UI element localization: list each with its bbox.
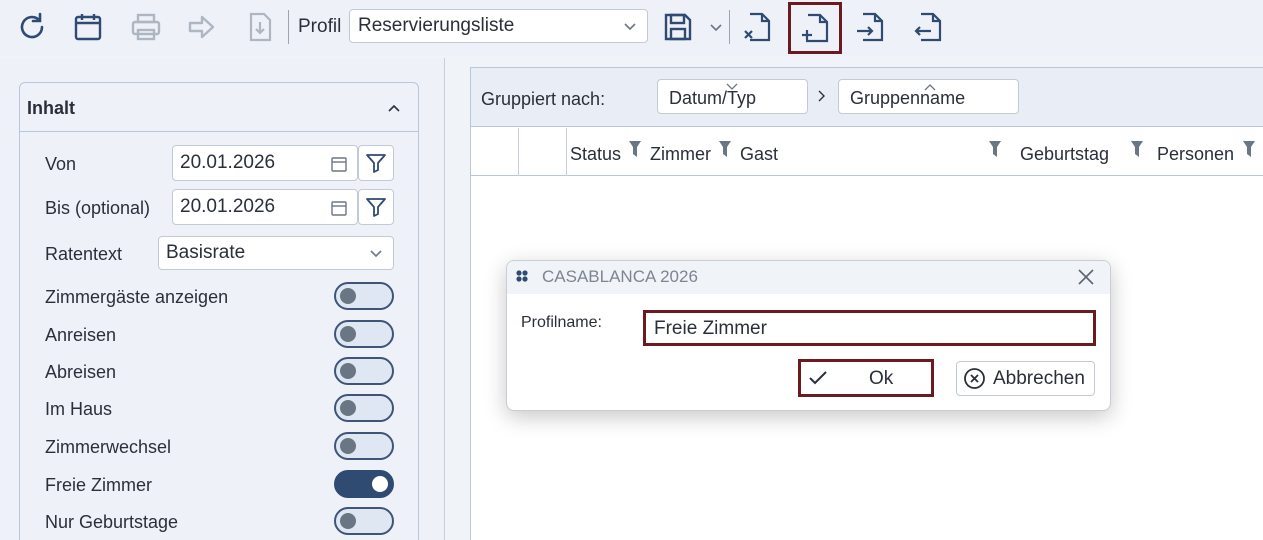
ratentext-label: Ratentext — [45, 244, 123, 264]
toggle-knob — [340, 288, 356, 304]
chevron-down-icon — [726, 83, 738, 90]
dialog-title: CASABLANCA 2026 — [542, 267, 698, 286]
file-plus-icon — [802, 13, 829, 43]
toolbar-separator — [288, 10, 289, 44]
ratentext-select[interactable]: Basisrate — [158, 236, 394, 270]
column-header-gast[interactable]: Gast — [740, 144, 778, 165]
column-header-zimmer[interactable]: Zimmer — [650, 144, 711, 165]
toggle-label: Abreisen — [45, 362, 117, 382]
refresh-button[interactable] — [12, 6, 52, 48]
delete-profile-button[interactable] — [737, 6, 777, 48]
calendar-button[interactable] — [68, 6, 108, 48]
printer-icon — [131, 13, 161, 41]
bis-filter-button[interactable] — [358, 189, 394, 225]
inhalt-section-header[interactable] — [19, 82, 419, 132]
nur-geburtstage-toggle[interactable] — [334, 507, 394, 535]
group-chip-label: Datum/Typ — [669, 88, 757, 108]
chevron-right-icon — [818, 90, 825, 102]
column-filter-icon[interactable] — [1243, 141, 1255, 157]
panel-splitter[interactable] — [444, 58, 445, 540]
toggle-knob — [340, 513, 356, 529]
von-filter-button[interactable] — [358, 145, 394, 181]
chevron-up-icon — [924, 84, 936, 91]
column-filter-icon[interactable] — [989, 141, 1001, 157]
column-header-geburtstag[interactable]: Geburtstag — [1020, 144, 1109, 165]
app-logo-icon — [516, 270, 528, 282]
profile-select-value: Reservierungsliste — [358, 15, 515, 36]
save-profile-button[interactable] — [658, 6, 698, 48]
toggle-label: Anreisen — [45, 325, 117, 345]
toggle-label: Zimmergäste anzeigen — [45, 287, 229, 307]
chevron-down-icon — [370, 250, 382, 258]
toggle-knob — [372, 476, 388, 492]
toggle-label: Im Haus — [45, 399, 113, 419]
group-chip-label: Gruppenname — [850, 88, 966, 108]
cancel-button-label: Abbrechen — [993, 368, 1085, 389]
cancel-circle-icon — [964, 368, 985, 389]
column-divider — [566, 128, 567, 176]
filter-icon — [366, 198, 386, 217]
save-options-chevron-icon[interactable] — [709, 20, 723, 34]
profile-name-input[interactable]: Freie Zimmer — [643, 310, 1096, 346]
calendar-icon[interactable] — [330, 199, 348, 217]
toggle-label: Nur Geburtstage — [45, 512, 179, 532]
profile-label: Profil — [298, 16, 342, 37]
toggle-knob — [340, 438, 356, 454]
profile-name-label: Profilname: — [521, 314, 602, 331]
von-label: Von — [45, 154, 77, 174]
bis-label: Bis (optional) — [45, 198, 151, 218]
zimmergaeste-toggle[interactable] — [334, 282, 394, 310]
export-button[interactable] — [240, 6, 280, 48]
arrow-right-icon — [188, 15, 215, 39]
toggle-knob — [340, 326, 356, 342]
file-export-icon — [914, 12, 942, 42]
chevron-up-icon[interactable] — [386, 100, 402, 116]
von-date-input[interactable]: 20.01.2026 — [172, 145, 358, 181]
group-by-label: Gruppiert nach: — [481, 89, 606, 109]
toggle-label: Zimmerwechsel — [45, 437, 172, 457]
anreisen-toggle[interactable] — [334, 320, 394, 348]
column-filter-icon[interactable] — [719, 141, 731, 157]
column-header-personen[interactable]: Personen — [1157, 144, 1234, 165]
bis-date-input[interactable]: 20.01.2026 — [172, 189, 358, 225]
close-icon[interactable] — [1076, 267, 1096, 287]
toggle-label: Freie Zimmer — [45, 475, 152, 495]
filter-icon — [366, 154, 386, 173]
inhalt-section-title: Inhalt — [27, 98, 75, 118]
ok-button-label: Ok — [869, 368, 894, 389]
calendar-icon — [74, 14, 102, 41]
new-profile-button[interactable] — [788, 2, 842, 54]
check-icon — [809, 371, 827, 385]
export-profile-button[interactable] — [908, 6, 948, 48]
toolbar-separator — [729, 10, 730, 44]
print-button[interactable] — [126, 6, 166, 48]
toggle-knob — [340, 363, 356, 379]
column-header-status[interactable]: Status — [570, 144, 621, 165]
freie-zimmer-toggle[interactable] — [334, 470, 394, 498]
refresh-icon — [20, 12, 44, 39]
column-filter-icon[interactable] — [1131, 141, 1143, 157]
download-file-icon — [249, 12, 272, 42]
calendar-icon[interactable] — [330, 155, 348, 173]
zimmerwechsel-toggle[interactable] — [334, 432, 394, 460]
profile-select[interactable]: Reservierungsliste — [349, 9, 648, 43]
column-filter-icon[interactable] — [629, 141, 641, 157]
profile-name-value: Freie Zimmer — [654, 318, 767, 339]
file-x-icon — [744, 12, 771, 42]
column-divider — [518, 128, 519, 176]
im-haus-toggle[interactable] — [334, 394, 394, 422]
chevron-down-icon — [624, 23, 636, 31]
ratentext-value: Basisrate — [166, 242, 246, 263]
abreisen-toggle[interactable] — [334, 357, 394, 385]
bis-date-value: 20.01.2026 — [180, 196, 276, 217]
save-icon — [664, 13, 692, 41]
von-date-value: 20.01.2026 — [180, 152, 276, 173]
file-import-icon — [857, 12, 884, 42]
import-profile-button[interactable] — [850, 6, 890, 48]
toggle-knob — [340, 400, 356, 416]
forward-button[interactable] — [182, 6, 222, 48]
